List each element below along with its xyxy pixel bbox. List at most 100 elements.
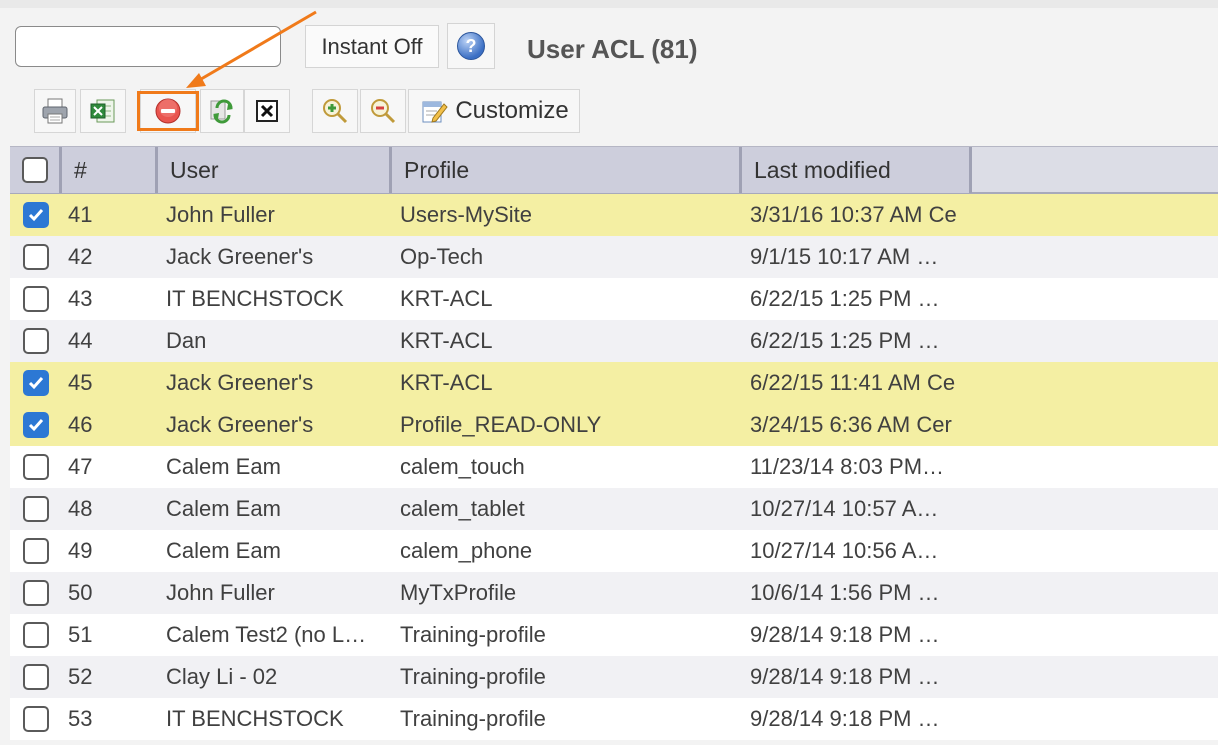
printer-icon	[42, 98, 68, 124]
cell-user: John Fuller	[166, 580, 275, 605]
cell-profile: Training-profile	[400, 622, 546, 647]
row-checkbox-cell	[10, 236, 62, 278]
table-row[interactable]: 53 IT BENCHSTOCK Training-profile 9/28/14 9…	[10, 698, 1218, 740]
cell-number: 49	[68, 538, 93, 563]
table-row[interactable]: 48 Calem Eam calem_tablet 10/27/14 10:57 A…	[10, 488, 1218, 530]
table-row[interactable]: 42 Jack Greener's Op-Tech 9/1/15 10:17 AM …	[10, 236, 1218, 278]
select-all-checkbox[interactable]	[21, 157, 48, 183]
cell-user: Calem Eam	[166, 538, 281, 563]
row-checkbox[interactable]	[23, 538, 49, 564]
row-checkbox-cell	[10, 446, 62, 488]
row-checkbox[interactable]	[23, 370, 49, 396]
customize-button[interactable]: Customize	[408, 89, 580, 133]
cell-last-modified: 9/28/14 9:18 PM …	[750, 622, 940, 647]
table-row[interactable]: 46 Jack Greener's Profile_READ-ONLY 3/24/15…	[10, 404, 1218, 446]
cell-last-modified: 3/31/16 10:37 AM Ce	[750, 202, 957, 227]
table-row[interactable]: 52 Clay Li - 02 Training-profile 9/28/14 9:…	[10, 656, 1218, 698]
table-row[interactable]: 50 John Fuller MyTxProfile 10/6/14 1:56 PM …	[10, 572, 1218, 614]
page-title: User ACL (81)	[527, 34, 698, 64]
row-checkbox[interactable]	[23, 580, 49, 606]
table-row[interactable]: 47 Calem Eam calem_touch 11/23/14 8:03 PM…	[10, 446, 1218, 488]
cell-number: 45	[68, 370, 93, 395]
zoom-in-button[interactable]	[312, 89, 358, 133]
row-checkbox-cell	[10, 488, 62, 530]
column-header-user[interactable]: User	[158, 147, 392, 193]
refresh-icon	[210, 99, 233, 124]
cell-profile: Profile_READ-ONLY	[400, 412, 602, 437]
row-checkbox-cell	[10, 656, 62, 698]
cell-number: 53	[68, 706, 93, 731]
cell-user: Jack Greener's	[166, 370, 314, 395]
select-all-checkbox-cell	[10, 147, 62, 193]
cell-last-modified: 9/1/15 10:17 AM …	[750, 244, 939, 269]
column-header-number[interactable]: #	[62, 147, 158, 193]
clear-button[interactable]	[244, 89, 290, 133]
table-row[interactable]: 43 IT BENCHSTOCK KRT-ACL 6/22/15 1:25 PM …	[10, 278, 1218, 320]
row-checkbox[interactable]	[23, 664, 49, 690]
cell-profile: KRT-ACL	[400, 370, 493, 395]
cell-number: 47	[68, 454, 93, 479]
checkmark-icon	[28, 209, 44, 222]
cell-number: 42	[68, 244, 93, 269]
row-checkbox[interactable]	[23, 496, 49, 522]
row-checkbox-cell	[10, 194, 62, 236]
cell-number: 51	[68, 622, 93, 647]
cell-profile: KRT-ACL	[400, 328, 493, 353]
cell-last-modified: 10/27/14 10:56 A…	[750, 538, 939, 563]
cell-user: Jack Greener's	[166, 412, 314, 437]
row-checkbox[interactable]	[23, 244, 49, 270]
row-checkbox-cell	[10, 614, 62, 656]
table-row[interactable]: 44 Dan KRT-ACL 6/22/15 1:25 PM …	[10, 320, 1218, 362]
instant-toggle-button[interactable]: Instant Off	[305, 25, 439, 68]
cell-last-modified: 6/22/15 1:25 PM …	[750, 286, 940, 311]
cell-user: Calem Eam	[166, 454, 281, 479]
table-row[interactable]: 49 Calem Eam calem_phone 10/27/14 10:56 A…	[10, 530, 1218, 572]
cell-profile: KRT-ACL	[400, 286, 493, 311]
annotation-highlight-box	[137, 91, 199, 131]
customize-icon	[422, 101, 448, 123]
print-button[interactable]	[34, 89, 76, 133]
export-excel-button[interactable]	[80, 89, 126, 133]
column-header-profile[interactable]: Profile	[392, 147, 742, 193]
cell-number: 48	[68, 496, 93, 521]
row-checkbox[interactable]	[23, 706, 49, 732]
table-row[interactable]: 41 John Fuller Users-MySite 3/31/16 10:37 A…	[10, 194, 1218, 236]
help-button[interactable]: ?	[447, 23, 495, 69]
column-header-last-modified[interactable]: Last modified	[742, 147, 972, 193]
cell-number: 52	[68, 664, 93, 689]
row-checkbox-cell	[10, 530, 62, 572]
cell-profile: MyTxProfile	[400, 580, 517, 605]
row-checkbox-cell	[10, 320, 62, 362]
row-checkbox[interactable]	[23, 286, 49, 312]
cell-profile: calem_tablet	[400, 496, 525, 521]
cell-number: 50	[68, 580, 93, 605]
excel-icon	[90, 99, 115, 123]
row-checkbox[interactable]	[23, 412, 49, 438]
cell-user: Jack Greener's	[166, 244, 314, 269]
cell-number: 46	[68, 412, 93, 437]
row-checkbox-cell	[10, 572, 62, 614]
cell-profile: calem_touch	[400, 454, 525, 479]
zoom-out-button[interactable]	[360, 89, 406, 133]
zoom-out-icon	[371, 99, 396, 124]
row-checkbox[interactable]	[23, 622, 49, 648]
row-checkbox[interactable]	[23, 202, 49, 228]
cell-number: 41	[68, 202, 93, 227]
cell-profile: Training-profile	[400, 664, 546, 689]
refresh-button[interactable]	[200, 89, 244, 133]
cell-profile: Op-Tech	[400, 244, 484, 269]
cell-user: Dan	[166, 328, 207, 353]
table-row[interactable]: 51 Calem Test2 (no L… Training-profile 9/28…	[10, 614, 1218, 656]
cell-last-modified: 3/24/15 6:36 AM Cer	[750, 412, 952, 437]
cell-user: IT BENCHSTOCK	[166, 706, 344, 731]
row-checkbox[interactable]	[23, 328, 49, 354]
checkmark-icon	[28, 419, 44, 432]
cell-last-modified: 9/28/14 9:18 PM …	[750, 664, 940, 689]
cell-last-modified: 9/28/14 9:18 PM …	[750, 706, 940, 731]
cell-last-modified: 6/22/15 1:25 PM …	[750, 328, 940, 353]
table-row[interactable]: 45 Jack Greener's KRT-ACL 6/22/15 11:41 AM …	[10, 362, 1218, 404]
row-checkbox[interactable]	[23, 454, 49, 480]
search-input[interactable]	[15, 26, 281, 67]
zoom-in-icon	[323, 99, 348, 124]
cell-user: John Fuller	[166, 202, 275, 227]
